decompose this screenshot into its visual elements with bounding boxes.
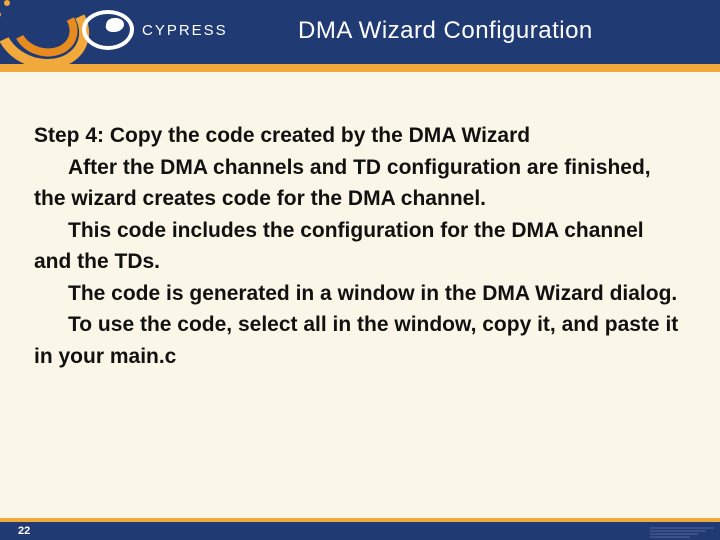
page-number: 22 xyxy=(18,525,30,537)
footer-stripes-icon xyxy=(650,527,714,538)
accent-band xyxy=(0,64,720,72)
swoosh-ornament-icon xyxy=(0,0,100,72)
brand-logo: CYPRESS xyxy=(82,10,228,50)
step-heading: Step 4: Copy the code created by the DMA… xyxy=(34,120,686,152)
slide-header: CYPRESS DMA Wizard Configuration xyxy=(0,0,720,64)
slide-title: DMA Wizard Configuration xyxy=(298,17,593,45)
slide-footer: 22 xyxy=(0,518,720,540)
brand-name: CYPRESS xyxy=(142,22,228,39)
cypress-tree-icon xyxy=(82,10,134,50)
paragraph-3: The code is generated in a window in the… xyxy=(34,278,686,310)
slide: CYPRESS DMA Wizard Configuration Step 4:… xyxy=(0,0,720,540)
paragraph-2: This code includes the configuration for… xyxy=(34,215,686,278)
slide-body: Step 4: Copy the code created by the DMA… xyxy=(0,72,720,372)
paragraph-4: To use the code, select all in the windo… xyxy=(34,309,686,372)
paragraph-1: After the DMA channels and TD configurat… xyxy=(34,152,686,215)
